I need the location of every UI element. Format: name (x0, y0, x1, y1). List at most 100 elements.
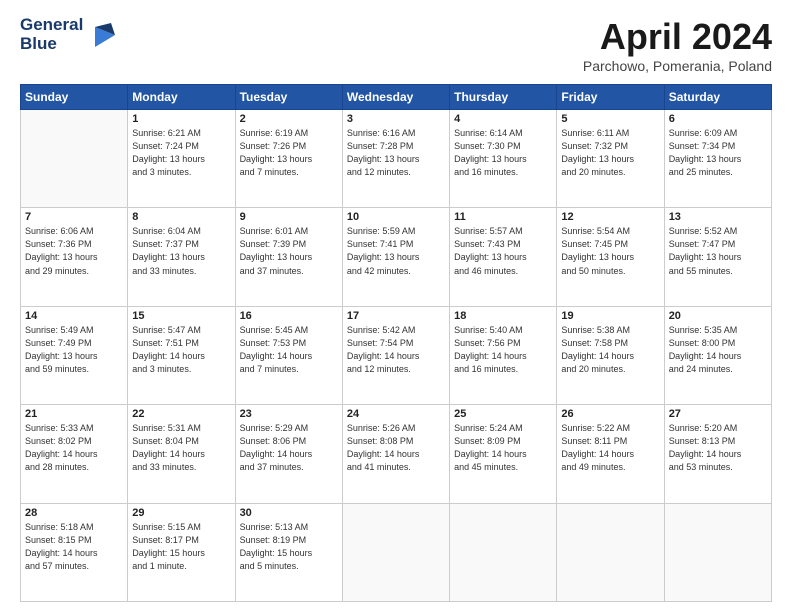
day-info: Sunrise: 5:29 AMSunset: 8:06 PMDaylight:… (240, 422, 338, 474)
table-row: 14Sunrise: 5:49 AMSunset: 7:49 PMDayligh… (21, 306, 128, 404)
day-info: Sunrise: 5:20 AMSunset: 8:13 PMDaylight:… (669, 422, 767, 474)
day-number: 26 (561, 408, 659, 420)
day-number: 15 (132, 310, 230, 322)
day-info-line: Daylight: 15 hours (240, 548, 313, 558)
day-info-line: Sunset: 7:58 PM (561, 338, 628, 348)
day-info-line: and 41 minutes. (347, 462, 411, 472)
day-info: Sunrise: 5:13 AMSunset: 8:19 PMDaylight:… (240, 521, 338, 573)
col-sunday: Sunday (21, 85, 128, 110)
table-row: 29 Sunrise: 5:15 AM Sunset: 8:17 PM Dayligh… (128, 503, 235, 601)
day-info-line: Daylight: 14 hours (347, 351, 420, 361)
calendar-week-row: 21Sunrise: 5:33 AMSunset: 8:02 PMDayligh… (21, 405, 772, 503)
day-info-line: Sunrise: 5:15 AM (132, 522, 201, 532)
day-info-line: Daylight: 14 hours (669, 449, 742, 459)
table-row: 8Sunrise: 6:04 AMSunset: 7:37 PMDaylight… (128, 208, 235, 306)
day-info-line: and 5 minutes. (240, 561, 299, 571)
table-row: 16Sunrise: 5:45 AMSunset: 7:53 PMDayligh… (235, 306, 342, 404)
day-info-line: and 3 minutes. (132, 364, 191, 374)
day-number: 30 (240, 507, 338, 519)
table-row: 10Sunrise: 5:59 AMSunset: 7:41 PMDayligh… (342, 208, 449, 306)
day-info: Sunrise: 6:14 AMSunset: 7:30 PMDaylight:… (454, 127, 552, 179)
day-info-line: and 49 minutes. (561, 462, 625, 472)
day-info-line: Daylight: 13 hours (25, 252, 98, 262)
day-info-line: Sunrise: 6:19 AM (240, 128, 309, 138)
logo-icon (87, 19, 119, 51)
day-info-line: and 57 minutes. (25, 561, 89, 571)
day-info-line: Daylight: 13 hours (240, 252, 313, 262)
day-info-line: Daylight: 14 hours (132, 351, 205, 361)
day-info-line: Sunset: 7:39 PM (240, 239, 307, 249)
day-info: Sunrise: 5:38 AMSunset: 7:58 PMDaylight:… (561, 324, 659, 376)
day-number: 12 (561, 211, 659, 223)
day-info: Sunrise: 6:09 AMSunset: 7:34 PMDaylight:… (669, 127, 767, 179)
table-row (450, 503, 557, 601)
day-info-line: Sunset: 7:45 PM (561, 239, 628, 249)
day-info-line: Daylight: 14 hours (347, 449, 420, 459)
day-number: 29 (132, 507, 230, 519)
day-info-line: Sunrise: 5:59 AM (347, 226, 416, 236)
day-info-line: Daylight: 14 hours (25, 449, 98, 459)
day-info: Sunrise: 5:31 AMSunset: 8:04 PMDaylight:… (132, 422, 230, 474)
day-info-line: Daylight: 15 hours (132, 548, 205, 558)
day-info-line: Sunset: 8:17 PM (132, 535, 199, 545)
day-number: 3 (347, 113, 445, 125)
day-info-line: and 24 minutes. (669, 364, 733, 374)
day-info-line: Sunrise: 5:45 AM (240, 325, 309, 335)
day-info-line: and 7 minutes. (240, 364, 299, 374)
day-info-line: Sunrise: 5:57 AM (454, 226, 523, 236)
table-row: 22Sunrise: 5:31 AMSunset: 8:04 PMDayligh… (128, 405, 235, 503)
day-info-line: Sunrise: 5:20 AM (669, 423, 738, 433)
day-number: 8 (132, 211, 230, 223)
logo-line1: General (20, 15, 83, 34)
day-info-line: Daylight: 14 hours (561, 449, 634, 459)
day-info: Sunrise: 5:49 AMSunset: 7:49 PMDaylight:… (25, 324, 123, 376)
month-title: April 2024 (583, 16, 772, 58)
day-info-line: Sunrise: 5:13 AM (240, 522, 309, 532)
day-number: 24 (347, 408, 445, 420)
day-number: 11 (454, 211, 552, 223)
day-info-line: Sunrise: 5:24 AM (454, 423, 523, 433)
table-row: 1 Sunrise: 6:21 AMSunset: 7:24 PMDaylight… (128, 110, 235, 208)
table-row (21, 110, 128, 208)
day-info-line: Sunset: 7:53 PM (240, 338, 307, 348)
table-row: 2Sunrise: 6:19 AMSunset: 7:26 PMDaylight… (235, 110, 342, 208)
day-info-line: Daylight: 14 hours (669, 351, 742, 361)
table-row: 27Sunrise: 5:20 AMSunset: 8:13 PMDayligh… (664, 405, 771, 503)
table-row: 18Sunrise: 5:40 AMSunset: 7:56 PMDayligh… (450, 306, 557, 404)
day-info-line: Sunrise: 5:33 AM (25, 423, 94, 433)
table-row: 23Sunrise: 5:29 AMSunset: 8:06 PMDayligh… (235, 405, 342, 503)
day-info-line: Sunset: 7:56 PM (454, 338, 521, 348)
table-row: 19Sunrise: 5:38 AMSunset: 7:58 PMDayligh… (557, 306, 664, 404)
day-info-line: and 37 minutes. (240, 266, 304, 276)
day-info-line: and 37 minutes. (240, 462, 304, 472)
day-number: 25 (454, 408, 552, 420)
day-info: Sunrise: 5:54 AMSunset: 7:45 PMDaylight:… (561, 225, 659, 277)
table-row: 25Sunrise: 5:24 AMSunset: 8:09 PMDayligh… (450, 405, 557, 503)
day-info-line: Sunrise: 5:31 AM (132, 423, 201, 433)
day-info-line: Sunset: 8:11 PM (561, 436, 627, 446)
day-info-line: Sunrise: 6:16 AM (347, 128, 416, 138)
day-info-line: Sunrise: 5:18 AM (25, 522, 94, 532)
day-info-line: Sunrise: 6:04 AM (132, 226, 201, 236)
calendar-week-row: 7Sunrise: 6:06 AMSunset: 7:36 PMDaylight… (21, 208, 772, 306)
day-info-line: Sunrise: 5:52 AM (669, 226, 738, 236)
day-info-line: Sunset: 8:08 PM (347, 436, 414, 446)
day-info-line: Daylight: 13 hours (132, 252, 205, 262)
day-info: Sunrise: 5:18 AMSunset: 8:15 PMDaylight:… (25, 521, 123, 573)
day-info-line: Sunset: 7:47 PM (669, 239, 736, 249)
day-info: Sunrise: 5:15 AM Sunset: 8:17 PM Daylight:… (132, 521, 230, 573)
day-info-line: Sunrise: 5:22 AM (561, 423, 630, 433)
day-info: Sunrise: 6:06 AMSunset: 7:36 PMDaylight:… (25, 225, 123, 277)
day-info-line: and 46 minutes. (454, 266, 518, 276)
col-friday: Friday (557, 85, 664, 110)
day-number: 4 (454, 113, 552, 125)
day-info-line: and 16 minutes. (454, 167, 518, 177)
day-info-line: and 29 minutes. (25, 266, 89, 276)
day-info-line: Sunset: 8:04 PM (132, 436, 199, 446)
col-saturday: Saturday (664, 85, 771, 110)
day-number: 5 (561, 113, 659, 125)
day-info-line: Daylight: 13 hours (669, 252, 742, 262)
day-info: Sunrise: 6:21 AMSunset: 7:24 PMDaylight:… (132, 127, 230, 179)
day-number: 1 (132, 113, 230, 125)
day-number: 22 (132, 408, 230, 420)
